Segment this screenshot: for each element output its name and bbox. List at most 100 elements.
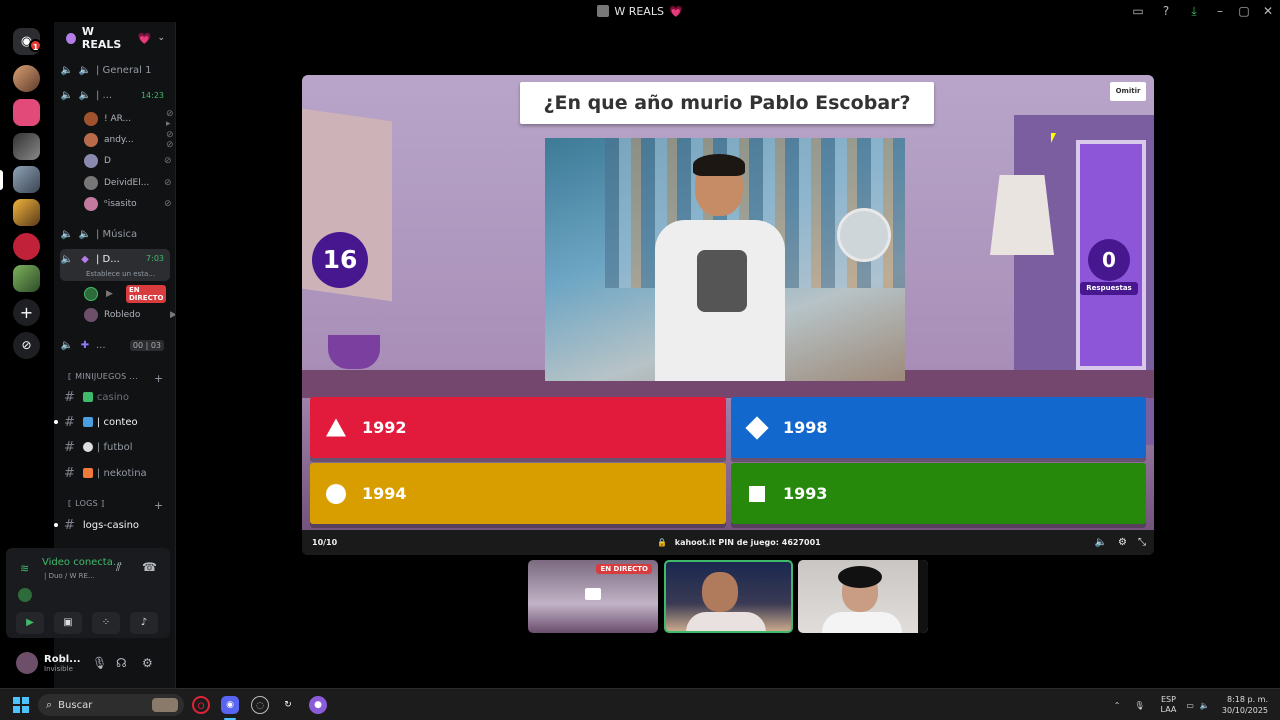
soundboard-button[interactable]: ♪ xyxy=(130,612,158,634)
answer-button-green[interactable]: 1993 xyxy=(731,463,1146,524)
opera-icon[interactable]: O xyxy=(192,696,210,714)
cat-icon xyxy=(82,468,93,478)
heart-icon: 💗 xyxy=(668,4,683,18)
answer-label: 1992 xyxy=(362,418,407,437)
search-placeholder: Buscar xyxy=(58,699,93,711)
server-avatar-5[interactable] xyxy=(13,233,40,260)
server-avatar-4[interactable] xyxy=(13,199,40,226)
volume-icon[interactable]: 🔈 xyxy=(1200,701,1210,710)
participant-image xyxy=(686,612,766,631)
guild-header[interactable]: W REALS 💗 ⌄ xyxy=(54,22,175,54)
add-channel-icon[interactable]: + xyxy=(154,372,164,385)
activities-button[interactable]: ⁘ xyxy=(92,612,120,634)
discord-window: W REALS 💗 ▭ ? ⤓ – ▢ ✕ ◉ 1 + ⊘ W REALS 💗 xyxy=(0,0,1280,720)
app-icon[interactable]: ● xyxy=(309,696,327,714)
disconnect-icon[interactable]: ☎ xyxy=(142,560,157,574)
voice-user[interactable]: Robledo ▶ xyxy=(84,306,175,324)
language-indicator[interactable]: ESP LAA xyxy=(1161,695,1177,715)
answer-button-blue[interactable]: 1998 xyxy=(731,397,1146,458)
channel-label: | nekotina xyxy=(96,467,147,479)
voice-user[interactable]: ᵒisasito ⊘ xyxy=(84,195,172,213)
chevron-down-icon: ⌄ xyxy=(157,33,165,43)
answer-button-red[interactable]: 1992 xyxy=(310,397,726,458)
user-status: Invisible xyxy=(44,664,73,673)
participant-tile[interactable] xyxy=(798,560,928,633)
network-icon[interactable]: ▭ xyxy=(1186,701,1194,710)
voice-user[interactable]: andy... ⊘ ⊘ xyxy=(84,130,174,150)
heart-icon: 💗 xyxy=(137,31,152,45)
text-channel-logs-casino[interactable]: # logs-casino xyxy=(64,515,172,535)
inbox-icon[interactable]: ▭ xyxy=(1124,4,1152,18)
server-avatar-1[interactable] xyxy=(13,65,40,92)
voice-user[interactable]: DeividEl... ⊘ xyxy=(84,174,172,192)
download-icon[interactable]: ⤓ xyxy=(1180,4,1208,19)
explore-icon[interactable]: ⊘ xyxy=(13,332,40,359)
voice-channel-5[interactable]: 🔈 ✚ ... 00 | 03 xyxy=(60,335,170,355)
fullscreen-exit-icon[interactable]: ⤡ xyxy=(1138,537,1146,548)
voice-user-name: DeividEl... xyxy=(104,178,150,188)
hash-icon: # xyxy=(64,465,75,481)
channel-label: | conteo xyxy=(96,416,138,428)
voice-server[interactable]: | Duo / W RE... xyxy=(44,572,95,580)
windows-start-icon[interactable] xyxy=(13,697,29,713)
help-icon[interactable]: ? xyxy=(1152,4,1180,18)
camera-button[interactable]: ▶ xyxy=(16,612,44,634)
voice-user-streaming[interactable]: ▶ EN DIRECTO xyxy=(84,285,167,303)
discord-icon[interactable]: ◉ xyxy=(221,696,239,714)
headphones-icon[interactable]: ☊ xyxy=(116,656,127,670)
minimize-button[interactable]: – xyxy=(1208,4,1232,18)
lock-icon: 🔒 xyxy=(657,538,667,547)
skip-button[interactable]: Omitir xyxy=(1110,82,1146,101)
participant-tile-speaking[interactable] xyxy=(664,560,793,633)
category-logs[interactable]: ⟦ LOGS ⟧ + xyxy=(68,499,163,512)
text-channel-casino[interactable]: # casino xyxy=(64,387,172,407)
participant-tile-stream[interactable]: EN DIRECTO xyxy=(528,560,658,633)
pin-value: 4627001 xyxy=(781,538,821,547)
channel-label: | futbol xyxy=(96,441,133,453)
voice-channel-2[interactable]: 🔈 🔈 | ... 14:23 xyxy=(60,85,170,105)
game-pin-info: 🔒 kahoot.it PIN de juego: 4627001 xyxy=(657,538,821,547)
server-avatar-6[interactable] xyxy=(13,265,40,292)
server-avatar-2[interactable] xyxy=(13,99,40,126)
text-channel-futbol[interactable]: # | futbol xyxy=(64,437,172,457)
voice-user-name: ᵒisasito xyxy=(104,199,137,209)
background-plant xyxy=(328,335,380,369)
voice-channel-duo[interactable]: 🔈 ◆ | D... 7:03 Establece un esta... xyxy=(60,249,170,281)
add-server-icon[interactable]: + xyxy=(13,299,40,326)
kahoot-controls: 🔈 ⚙ ⤡ xyxy=(1095,537,1146,548)
mic-muted-icon: ⊘ xyxy=(164,199,172,209)
voice-duration: 7:03 xyxy=(146,254,164,263)
add-channel-icon[interactable]: + xyxy=(154,499,164,512)
category-minijuegos[interactable]: ⟦ MINIJUEGOS ... + xyxy=(68,372,163,385)
maximize-button[interactable]: ▢ xyxy=(1232,4,1256,18)
voice-user[interactable]: D ⊘ xyxy=(84,152,172,170)
speaker-icon: 🔈 xyxy=(60,254,74,265)
server-avatar-w-reals[interactable] xyxy=(13,166,40,193)
channel-emoji-icon xyxy=(82,392,93,402)
taskbar-search[interactable]: ⌕ Buscar xyxy=(38,694,184,716)
app-icon[interactable]: ↻ xyxy=(279,696,297,714)
answer-button-yellow[interactable]: 1994 xyxy=(310,463,726,524)
close-button[interactable]: ✕ xyxy=(1256,4,1280,18)
share-screen-button[interactable]: ▣ xyxy=(54,612,82,634)
search-highlight-image xyxy=(152,698,178,712)
app-icon[interactable]: ◌ xyxy=(251,696,269,714)
kahoot-stream[interactable]: ¿En que año murio Pablo Escobar? Omitir … xyxy=(302,75,1154,555)
volume-icon[interactable]: 🔈 xyxy=(1095,537,1107,548)
microphone-icon[interactable]: 🎙 xyxy=(92,656,107,670)
voice-channel-general-1[interactable]: 🔈 🔈 | General 1 xyxy=(60,60,170,80)
text-channel-conteo[interactable]: # | conteo xyxy=(64,412,172,432)
voice-user[interactable]: ! AR... ⊘ ▸ xyxy=(84,109,174,129)
clock[interactable]: 8:18 p. m. 30/10/2025 xyxy=(1222,694,1268,716)
noise-suppression-icon[interactable]: ⫽ xyxy=(116,560,121,575)
gear-icon[interactable]: ⚙ xyxy=(142,656,153,670)
microphone-icon[interactable]: 🎙 xyxy=(1134,701,1144,710)
voice-channel-musica[interactable]: 🔈 🔈 | Música xyxy=(60,224,170,244)
clock-date: 30/10/2025 xyxy=(1221,706,1268,715)
avatar[interactable] xyxy=(16,652,38,674)
username: Robl... xyxy=(44,653,81,665)
chevron-up-icon[interactable]: ⌃ xyxy=(1114,701,1121,710)
server-avatar-3[interactable] xyxy=(13,133,40,160)
gear-icon[interactable]: ⚙ xyxy=(1118,537,1127,548)
text-channel-nekotina[interactable]: # | nekotina xyxy=(64,463,172,483)
